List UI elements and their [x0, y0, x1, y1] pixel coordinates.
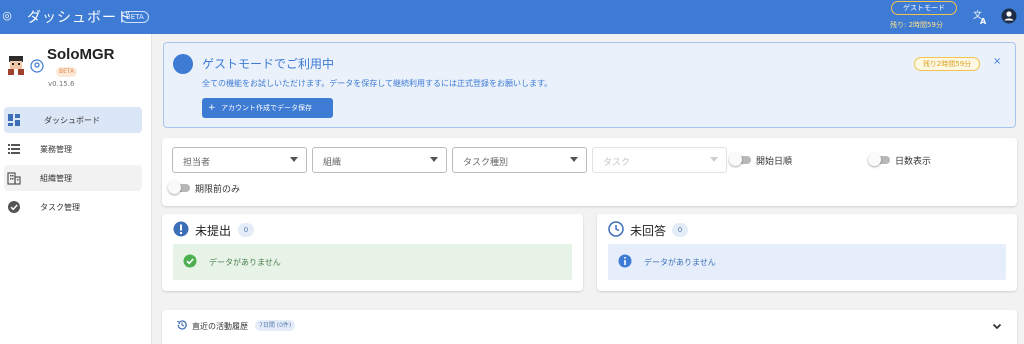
task-select[interactable]: タスク: [592, 147, 727, 173]
check-circle-icon: [183, 254, 197, 268]
check-circle-icon: [8, 201, 20, 213]
assignee-select[interactable]: 担当者: [172, 147, 307, 173]
activity-period-chip: 7日間 (0件): [255, 320, 296, 331]
organization-icon: [30, 59, 44, 73]
toggle-knob: [168, 181, 181, 194]
card-title: 未提出: [195, 224, 232, 238]
dropdown-arrow-icon: [430, 157, 438, 162]
task-select-placeholder: タスク: [603, 158, 631, 168]
alert-circle-icon: [173, 221, 189, 237]
guest-mode-banner: ゲストモードでご利用中 全ての機能をお試しいただけます。データを保存して継続利用…: [163, 42, 1016, 128]
building-icon: [7, 172, 21, 185]
page-title: ダッシュボード: [27, 10, 132, 26]
sidebar-item-business[interactable]: 業務管理: [4, 136, 142, 162]
toggle-label: 開始日順: [756, 157, 793, 167]
task-type-select-placeholder: タスク種別: [463, 158, 509, 168]
filter-panel: 担当者 組織 タスク種別 タスク 開始日順 日数表示 期限前のみ: [162, 138, 1017, 206]
toggle-label: 日数表示: [895, 157, 932, 167]
account-circle-icon[interactable]: [1001, 8, 1017, 24]
empty-state-alert: データがありません: [173, 244, 572, 280]
unsubmitted-card: 未提出 0 データがありません: [162, 214, 583, 291]
info-icon: [618, 254, 632, 268]
app-version: v0.15.6: [48, 80, 75, 88]
brand-name: SoloMGR: [47, 46, 115, 63]
toggle-knob: [729, 153, 742, 166]
beta-badge: BETA: [121, 11, 149, 23]
dropdown-arrow-icon: [570, 157, 578, 162]
dropdown-arrow-icon: [290, 157, 298, 162]
task-type-select[interactable]: タスク種別: [452, 147, 587, 173]
empty-state-text: データがありません: [644, 258, 716, 267]
toggle-label: 期限前のみ: [195, 185, 241, 195]
close-icon[interactable]: ×: [993, 56, 1001, 67]
sidebar-item-label: 組織管理: [40, 174, 72, 183]
card-title: 未回答: [630, 224, 667, 238]
app-icon[interactable]: ◎: [0, 9, 14, 23]
banner-title: ゲストモードでご利用中: [202, 57, 335, 71]
sidebar-item-dashboard[interactable]: ダッシュボード: [4, 107, 142, 133]
organization-select-placeholder: 組織: [323, 158, 342, 168]
top-app-bar: ◎ ダッシュボード BETA ゲストモード 残り: 2時間59分 文 A: [0, 0, 1024, 34]
dashboard-icon: [8, 114, 20, 126]
sidebar-item-label: タスク管理: [40, 203, 80, 212]
create-account-button-label: アカウント作成でデータ保存: [221, 104, 312, 112]
person-add-icon: +: [208, 103, 216, 113]
clock-icon: [608, 221, 624, 237]
activity-title: 直近の活動履歴: [192, 322, 248, 331]
translate-icon[interactable]: 文 A: [973, 9, 989, 25]
guest-remaining-time: 残り: 2時間59分: [890, 21, 943, 29]
remaining-time-badge: 残り2時間59分: [914, 57, 980, 71]
count-badge: 0: [238, 223, 254, 237]
sidebar: SoloMGR BETA v0.15.6 ダッシュボード 業務管理 組織管理 タ…: [0, 34, 152, 344]
empty-state-alert: データがありません: [608, 244, 1006, 280]
assignee-select-placeholder: 担当者: [183, 158, 211, 168]
recent-activity-panel[interactable]: 直近の活動履歴 7日間 (0件): [162, 310, 1017, 344]
beta-badge: BETA: [56, 67, 78, 77]
sidebar-item-label: 業務管理: [40, 145, 72, 154]
history-icon: [176, 320, 187, 330]
empty-state-text: データがありません: [209, 258, 281, 267]
guest-mode-badge[interactable]: ゲストモード: [891, 1, 957, 15]
sidebar-item-tasks[interactable]: タスク管理: [4, 194, 142, 220]
organization-select[interactable]: 組織: [312, 147, 447, 173]
dropdown-arrow-icon: [710, 157, 718, 162]
svg-text:A: A: [980, 17, 987, 25]
list-icon: [8, 144, 20, 154]
sidebar-item-label: ダッシュボード: [44, 116, 100, 125]
chevron-down-icon[interactable]: [990, 319, 1004, 333]
info-circle-icon: [173, 54, 193, 74]
unanswered-card: 未回答 0 データがありません: [597, 214, 1017, 291]
create-account-button[interactable]: + アカウント作成でデータ保存: [202, 98, 333, 118]
sidebar-item-organization[interactable]: 組織管理: [4, 165, 142, 191]
count-badge: 0: [672, 223, 688, 237]
toggle-knob: [868, 153, 881, 166]
app-logo: [8, 56, 24, 75]
banner-message: 全ての機能をお試しいただけます。データを保存して継続利用するには正式登録をお願い…: [202, 79, 553, 88]
